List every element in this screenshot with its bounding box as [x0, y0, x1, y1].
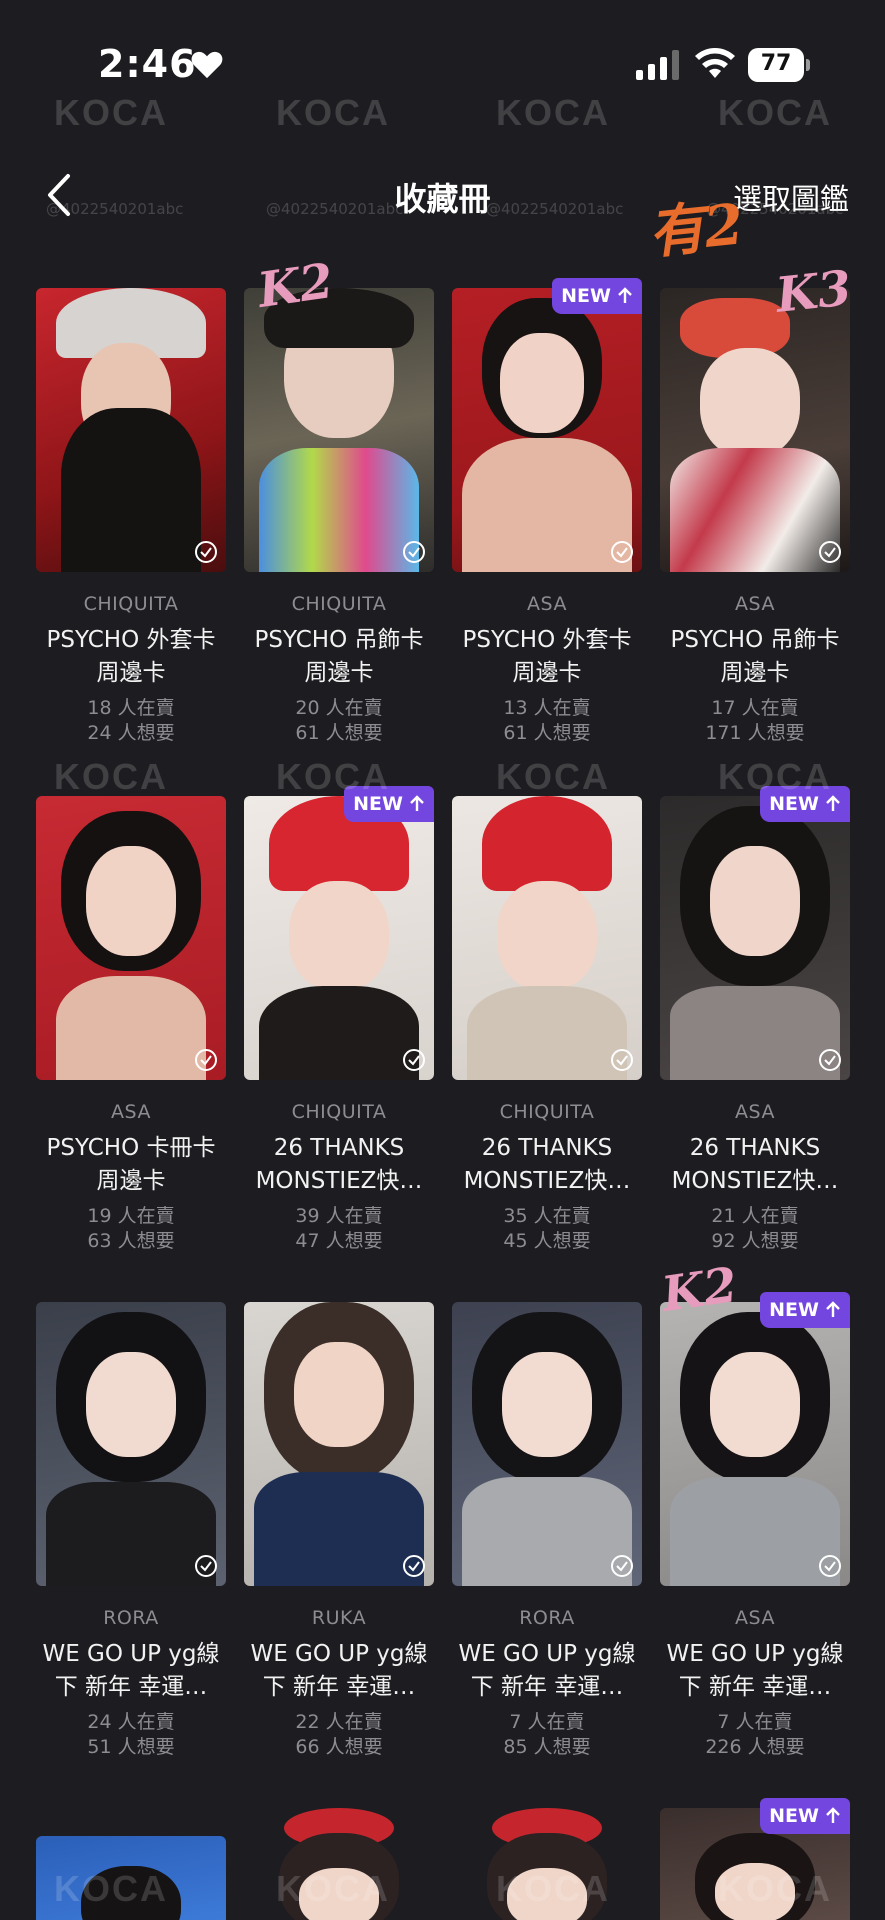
check-circle-icon — [195, 1555, 217, 1577]
card-stats: 13 人在賣 61 人想要 — [503, 697, 591, 744]
card-photo[interactable] — [452, 1302, 642, 1586]
card-photo[interactable] — [36, 1302, 226, 1586]
card-stats: 35 人在賣 45 人想要 — [503, 1205, 591, 1252]
card-photo[interactable] — [36, 1836, 226, 1920]
card-photo[interactable] — [244, 1808, 434, 1920]
card-title: PSYCHO 吊飾卡 周邊卡 — [670, 627, 840, 686]
status-bar: 2:46 77 — [0, 0, 885, 130]
check-circle-icon — [611, 541, 633, 563]
arrow-up-icon — [618, 287, 632, 303]
card-photo[interactable] — [452, 796, 642, 1080]
card-photo[interactable] — [452, 1808, 642, 1920]
card-photo[interactable] — [660, 796, 850, 1080]
card-title: PSYCHO 卡冊卡 周邊卡 — [46, 1135, 216, 1194]
card-stats: 17 人在賣 171 人想要 — [705, 697, 805, 744]
card-photo[interactable] — [36, 288, 226, 572]
check-circle-icon — [611, 1049, 633, 1071]
card-title: PSYCHO 吊飾卡 周邊卡 — [254, 627, 424, 686]
arrow-up-icon — [826, 1807, 840, 1823]
card-title: 26 THANKS MONSTIEZ快… — [255, 1135, 423, 1194]
card-title: 26 THANKS MONSTIEZ快… — [671, 1135, 839, 1194]
check-circle-icon — [819, 541, 841, 563]
card-member: ASA — [527, 593, 567, 615]
check-circle-icon — [819, 1555, 841, 1577]
card-stats: 22 人在賣 66 人想要 — [295, 1711, 383, 1758]
card-photo[interactable] — [452, 288, 642, 572]
card-title: WE GO UP yg線下 新年 幸運… — [42, 1641, 220, 1700]
arrow-up-icon — [410, 795, 424, 811]
card-photo[interactable] — [660, 1302, 850, 1586]
battery-level: 77 — [760, 51, 792, 76]
card-title: WE GO UP yg線下 新年 幸運… — [250, 1641, 428, 1700]
watermark-logo: KOCA — [54, 756, 168, 797]
status-time: 2:46 — [98, 42, 197, 86]
card-member: RORA — [103, 1607, 159, 1629]
check-circle-icon — [403, 1049, 425, 1071]
battery-icon: 77 — [748, 48, 810, 82]
card-member: ASA — [111, 1101, 151, 1123]
card-member: ASA — [735, 593, 775, 615]
check-circle-icon — [195, 541, 217, 563]
card-member: ASA — [735, 1101, 775, 1123]
card-stats: 24 人在賣 51 人想要 — [87, 1711, 175, 1758]
card-photo[interactable] — [244, 796, 434, 1080]
card-title: 26 THANKS MONSTIEZ快… — [463, 1135, 631, 1194]
nav-bar: 收藏冊 選取圖鑑 — [0, 150, 885, 240]
card-stats: 18 人在賣 24 人想要 — [87, 697, 175, 744]
check-circle-icon — [819, 1049, 841, 1071]
new-badge: NEW — [552, 278, 642, 314]
card-member: CHIQUITA — [83, 593, 179, 615]
card-photo[interactable] — [36, 796, 226, 1080]
card-photo[interactable] — [660, 288, 850, 572]
new-badge: NEW — [760, 1798, 850, 1834]
arrow-up-icon — [826, 795, 840, 811]
card-stats: 7 人在賣 226 人想要 — [705, 1711, 805, 1758]
check-circle-icon — [611, 1555, 633, 1577]
card-stats: 21 人在賣 92 人想要 — [711, 1205, 799, 1252]
signal-icon — [636, 50, 679, 80]
card-photo[interactable] — [244, 288, 434, 572]
new-badge: NEW — [760, 786, 850, 822]
card-title: PSYCHO 外套卡 周邊卡 — [46, 627, 216, 686]
watermark-logo: KOCA — [496, 756, 610, 797]
new-badge: NEW — [760, 1292, 850, 1328]
check-circle-icon — [195, 1049, 217, 1071]
card-stats: 20 人在賣 61 人想要 — [295, 697, 383, 744]
select-catalog-button[interactable]: 選取圖鑑 — [733, 176, 849, 218]
card-member: CHIQUITA — [291, 593, 387, 615]
heart-icon — [191, 51, 223, 79]
card-photo[interactable] — [244, 1302, 434, 1586]
card-stats: 19 人在賣 63 人想要 — [87, 1205, 175, 1252]
card-stats: 39 人在賣 47 人想要 — [295, 1205, 383, 1252]
arrow-up-icon — [826, 1301, 840, 1317]
card-member: CHIQUITA — [291, 1101, 387, 1123]
card-member: RUKA — [311, 1607, 367, 1629]
card-member: CHIQUITA — [499, 1101, 595, 1123]
card-stats: 7 人在賣 85 人想要 — [503, 1711, 591, 1758]
new-badge: NEW — [344, 786, 434, 822]
card-member: RORA — [519, 1607, 575, 1629]
card-title: WE GO UP yg線下 新年 幸運… — [666, 1641, 844, 1700]
card-title: WE GO UP yg線下 新年 幸運… — [458, 1641, 636, 1700]
check-circle-icon — [403, 1555, 425, 1577]
check-circle-icon — [403, 541, 425, 563]
wifi-icon — [695, 48, 735, 78]
card-member: ASA — [735, 1607, 775, 1629]
card-title: PSYCHO 外套卡 周邊卡 — [462, 627, 632, 686]
